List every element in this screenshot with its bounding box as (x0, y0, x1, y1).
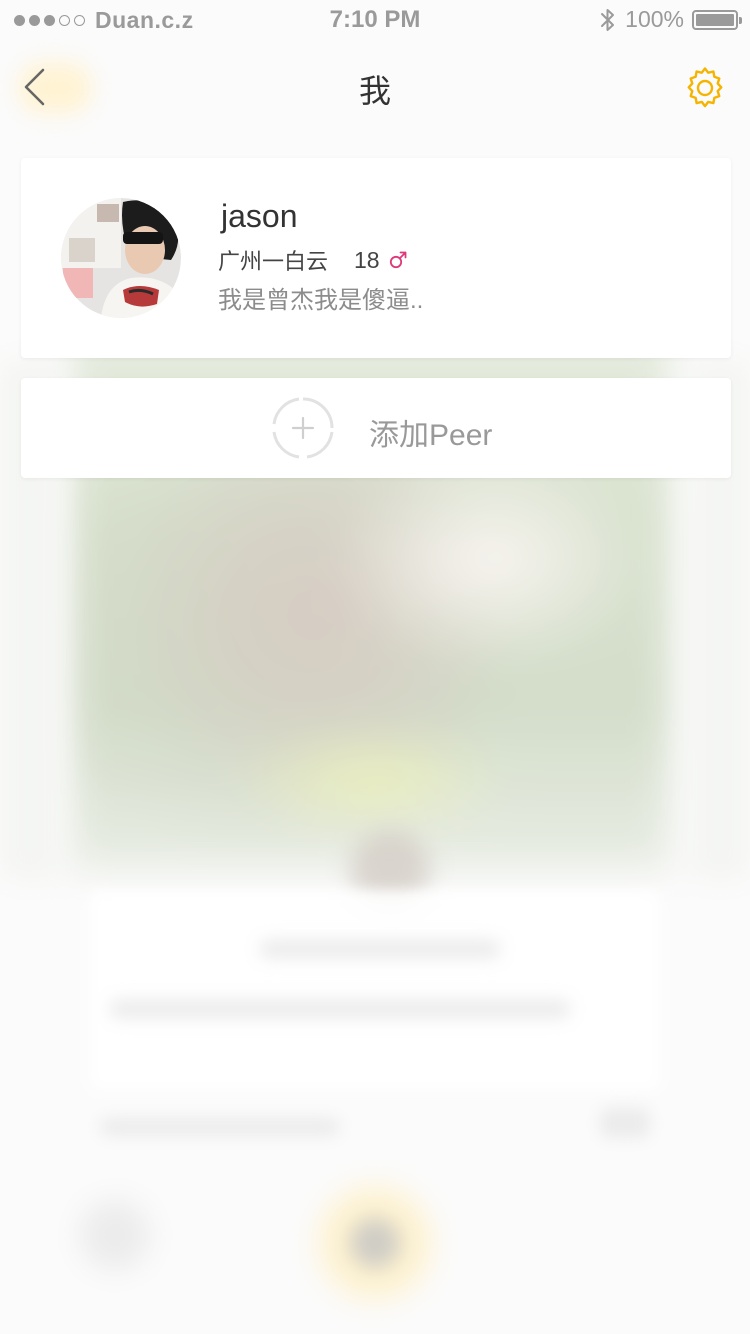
user-age: 18 (354, 246, 380, 273)
page-title: 我 (358, 73, 391, 109)
user-name: jason (221, 198, 298, 234)
male-symbol-icon (389, 251, 407, 269)
user-avatar-photo (61, 198, 181, 318)
battery-percent: 100% (625, 6, 684, 32)
gear-icon (687, 67, 723, 108)
settings-button[interactable] (682, 65, 728, 111)
status-bar: Duan.c.z 7:10 PM 100% (0, 0, 750, 40)
profile-card[interactable]: jason 广州一白云 18 我是曾杰我是傻逼.. (21, 158, 731, 358)
add-peer-button[interactable]: 添加Peer (21, 378, 731, 478)
nav-bar: 我 (0, 50, 750, 126)
user-bio: 我是曾杰我是傻逼.. (218, 287, 424, 314)
user-meta: 广州一白云 18 (218, 244, 408, 276)
add-peer-label: 添加Peer (369, 419, 493, 452)
add-circle-icon (272, 397, 334, 459)
avatar[interactable] (61, 198, 181, 318)
user-location: 广州一白云 (218, 249, 329, 274)
battery-icon (692, 9, 742, 30)
bluetooth-icon (601, 8, 615, 31)
status-right: 100% (599, 6, 742, 33)
